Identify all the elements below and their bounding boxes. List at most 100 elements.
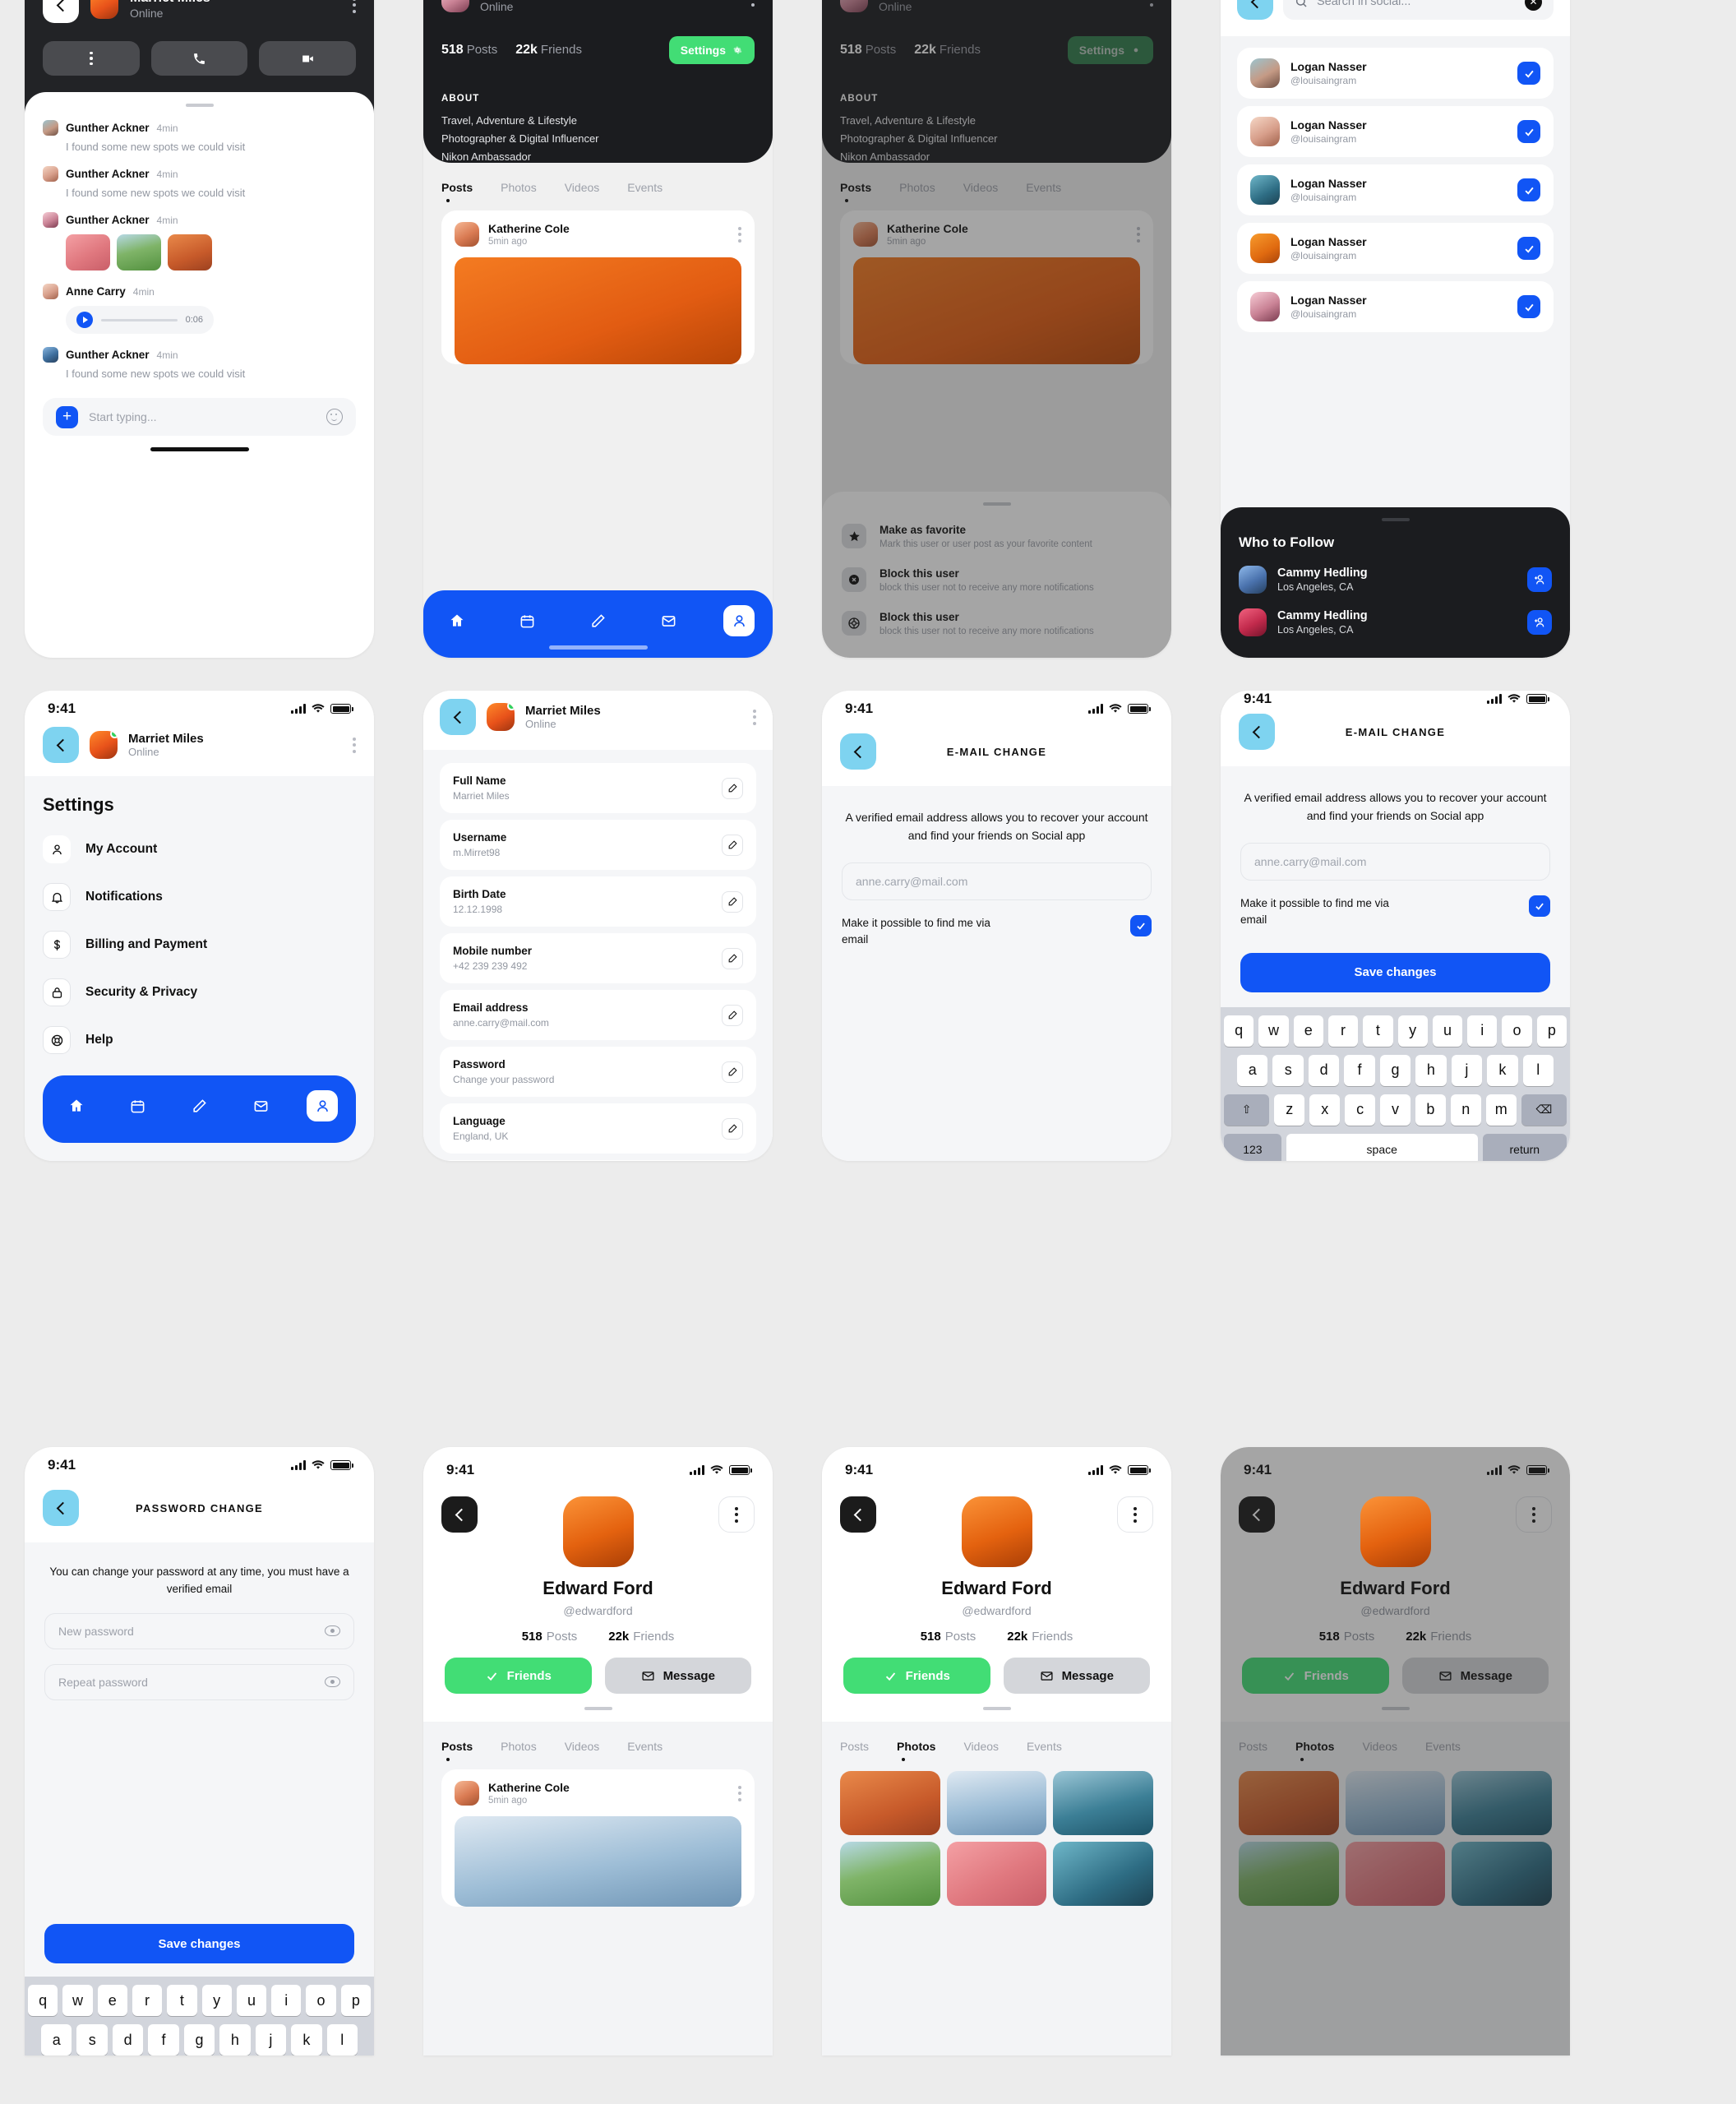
back-button[interactable] xyxy=(840,733,876,770)
photo-thumbnail[interactable] xyxy=(1452,1771,1552,1835)
photo-thumbnail[interactable] xyxy=(946,1771,1047,1835)
list-item[interactable]: Logan Nasser @louisaingram xyxy=(1237,223,1554,274)
key-z[interactable]: z xyxy=(1274,1094,1305,1126)
key-p[interactable]: p xyxy=(340,1985,371,2016)
sidebar-item-security[interactable]: Security & Privacy xyxy=(43,978,356,1006)
key-c[interactable]: c xyxy=(1345,1094,1376,1126)
add-attachment-button[interactable]: + xyxy=(56,405,78,428)
key-h[interactable]: h xyxy=(1415,1054,1447,1086)
post-image[interactable] xyxy=(455,1816,741,1907)
key-i[interactable]: i xyxy=(1467,1015,1498,1047)
eye-icon[interactable] xyxy=(325,1676,340,1688)
tab-videos[interactable]: Videos xyxy=(963,1740,999,1761)
drag-handle[interactable] xyxy=(1381,1707,1410,1710)
key-q[interactable]: q xyxy=(1224,1015,1254,1047)
key-u[interactable]: u xyxy=(1432,1015,1463,1047)
tab-photos[interactable]: Photos xyxy=(501,181,537,202)
edit-icon[interactable] xyxy=(722,1004,743,1026)
shift-icon[interactable]: ⇧ xyxy=(1223,1094,1270,1126)
sheet-item-favorite[interactable]: Make as favorite Mark this user or user … xyxy=(842,524,1152,549)
video-call-button[interactable] xyxy=(259,41,357,76)
key-j[interactable]: j xyxy=(1451,1054,1483,1086)
post-more-icon[interactable] xyxy=(1137,226,1140,243)
tab-posts[interactable]: Posts xyxy=(441,1740,473,1761)
edit-icon[interactable] xyxy=(722,1061,743,1083)
key-r[interactable]: r xyxy=(132,1985,163,2016)
drag-handle[interactable] xyxy=(584,1707,612,1710)
key-i[interactable]: i xyxy=(271,1985,302,2016)
drag-handle[interactable] xyxy=(1381,518,1410,521)
photo-thumbnail[interactable] xyxy=(1239,1842,1339,1906)
follow-suggestion[interactable]: Cammy Hedling Los Angeles, CA xyxy=(1239,608,1552,636)
key-o[interactable]: o xyxy=(1502,1015,1532,1047)
photo-thumbnail[interactable] xyxy=(1452,1842,1552,1906)
edit-icon[interactable] xyxy=(722,947,743,969)
key-w[interactable]: w xyxy=(1258,1015,1289,1047)
field-full-name[interactable]: Full Name Marriet Miles xyxy=(440,763,756,813)
photo-thumbnail[interactable] xyxy=(1345,1842,1446,1906)
key-r[interactable]: r xyxy=(1327,1015,1359,1047)
photo-thumbnail[interactable] xyxy=(1053,1842,1153,1906)
sheet-item-report[interactable]: Block this user block this user not to r… xyxy=(842,611,1152,636)
key-g[interactable]: g xyxy=(183,2024,215,2055)
key-t[interactable]: t xyxy=(167,1985,197,2016)
edit-icon[interactable] xyxy=(722,834,743,856)
checkbox-checked[interactable] xyxy=(1517,178,1540,201)
message-image[interactable] xyxy=(168,234,212,271)
photo-thumbnail[interactable] xyxy=(1053,1771,1153,1835)
key-t[interactable]: t xyxy=(1363,1015,1393,1047)
tab-posts[interactable]: Posts xyxy=(840,1740,869,1761)
key-q[interactable]: q xyxy=(28,1985,58,2016)
back-button[interactable] xyxy=(440,699,476,735)
field-language[interactable]: Language England, UK xyxy=(440,1103,756,1154)
key-n[interactable]: n xyxy=(1450,1094,1481,1126)
avatar[interactable] xyxy=(961,1496,1032,1567)
tab-events[interactable]: Events xyxy=(1026,181,1061,202)
settings-button[interactable]: Settings xyxy=(668,36,755,64)
list-item[interactable]: Logan Nasser @louisaingram xyxy=(1237,106,1554,157)
drag-handle[interactable] xyxy=(185,104,214,107)
back-button[interactable] xyxy=(1239,714,1275,750)
space-key[interactable]: space xyxy=(1286,1133,1478,1161)
repeat-password-input[interactable]: Repeat password xyxy=(44,1663,354,1700)
find-me-checkbox-row[interactable]: Make it possible to find me via email xyxy=(842,915,1152,947)
tab-events[interactable]: Events xyxy=(1425,1740,1461,1761)
find-me-checkbox-row[interactable]: Make it possible to find me via email xyxy=(1240,895,1550,927)
avatar[interactable] xyxy=(840,0,868,12)
emoji-icon[interactable] xyxy=(326,409,343,425)
field-mobile-number[interactable]: Mobile number +42 239 239 492 xyxy=(440,933,756,983)
sheet-item-block[interactable]: Block this user block this user not to r… xyxy=(842,567,1152,593)
message-button[interactable]: Message xyxy=(1003,1658,1150,1694)
email-input[interactable]: anne.carry@mail.com xyxy=(1240,843,1550,881)
key-d[interactable]: d xyxy=(1308,1054,1340,1086)
key-a[interactable]: a xyxy=(41,2024,72,2055)
key-d[interactable]: d xyxy=(112,2024,144,2055)
key-k[interactable]: k xyxy=(1487,1054,1518,1086)
drag-handle[interactable] xyxy=(982,1707,1011,1710)
checkbox-checked[interactable] xyxy=(1529,895,1550,918)
key-h[interactable]: h xyxy=(219,2024,251,2055)
nav-calendar[interactable] xyxy=(512,605,543,636)
list-item[interactable]: Logan Nasser @louisaingram xyxy=(1237,281,1554,332)
key-a[interactable]: a xyxy=(1237,1054,1268,1086)
sidebar-item-my-account[interactable]: My Account xyxy=(43,835,356,863)
friends-button[interactable]: Friends xyxy=(1242,1658,1389,1694)
tab-videos[interactable]: Videos xyxy=(565,181,600,202)
more-options-icon[interactable] xyxy=(753,709,756,725)
back-button[interactable] xyxy=(441,1496,478,1533)
key-p[interactable]: p xyxy=(1536,1015,1567,1047)
message-composer[interactable]: + Start typing... xyxy=(43,398,356,436)
more-options-button[interactable] xyxy=(718,1496,755,1533)
search-input[interactable]: Search in social... xyxy=(1317,0,1516,8)
tab-events[interactable]: Events xyxy=(1027,1740,1062,1761)
edit-icon[interactable] xyxy=(722,777,743,799)
key-y[interactable]: y xyxy=(201,1985,232,2016)
field-password[interactable]: Password Change your password xyxy=(440,1047,756,1097)
key-m[interactable]: m xyxy=(1485,1094,1517,1126)
tab-videos[interactable]: Videos xyxy=(963,181,999,202)
nav-mail[interactable] xyxy=(245,1090,276,1121)
more-options-icon[interactable] xyxy=(751,0,755,7)
nav-home[interactable] xyxy=(61,1090,92,1121)
back-button[interactable] xyxy=(43,0,79,23)
key-b[interactable]: b xyxy=(1415,1094,1446,1126)
